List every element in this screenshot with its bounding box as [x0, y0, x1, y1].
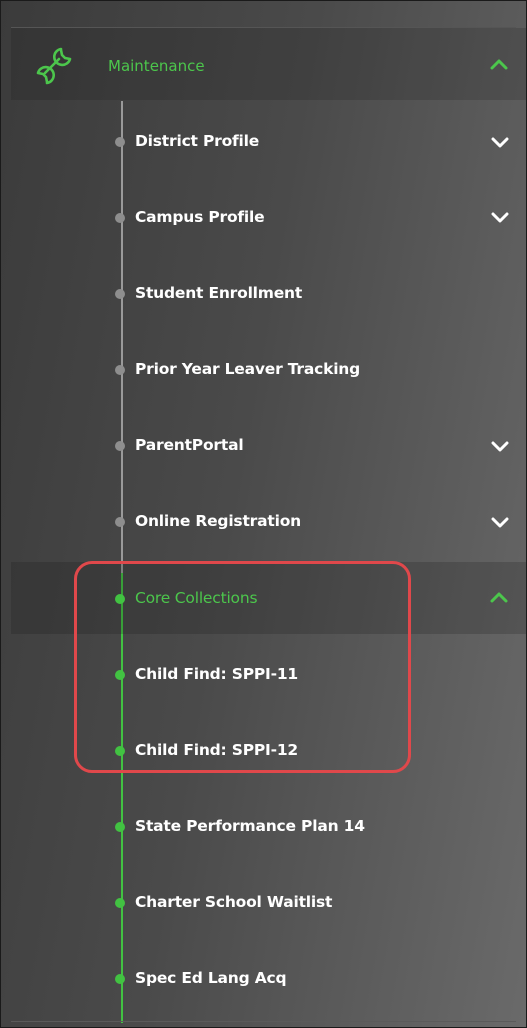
- tree-node-dot: [115, 517, 125, 527]
- chevron-down-icon[interactable]: [490, 516, 510, 530]
- menu-item-campus-profile[interactable]: Campus Profile: [135, 208, 265, 226]
- chevron-down-icon[interactable]: [490, 136, 510, 150]
- navigation-menu-panel: Maintenance District Profile Campus Prof…: [0, 0, 527, 1028]
- tree-node-dot: [115, 822, 125, 832]
- menu-item-district-profile[interactable]: District Profile: [135, 132, 259, 150]
- menu-item-charter-school-waitlist[interactable]: Charter School Waitlist: [135, 893, 332, 911]
- menu-item-spec-ed-lang-acq[interactable]: Spec Ed Lang Acq: [135, 969, 287, 987]
- maintenance-section-header[interactable]: [11, 28, 526, 100]
- wrench-icon: [36, 47, 72, 85]
- tree-node-dot: [115, 365, 125, 375]
- tree-rail-gray: [121, 101, 123, 573]
- bottom-divider: [11, 1021, 516, 1022]
- tree-node-dot: [115, 289, 125, 299]
- tree-node-dot: [115, 213, 125, 223]
- maintenance-label[interactable]: Maintenance: [108, 57, 205, 75]
- tree-node-dot: [115, 137, 125, 147]
- tree-node-dot: [115, 441, 125, 451]
- menu-item-parentportal[interactable]: ParentPortal: [135, 436, 244, 454]
- chevron-down-icon[interactable]: [490, 440, 510, 454]
- chevron-down-icon[interactable]: [490, 211, 510, 225]
- tree-node-dot: [115, 898, 125, 908]
- chevron-up-icon[interactable]: [489, 57, 509, 71]
- menu-item-prior-year-leaver-tracking[interactable]: Prior Year Leaver Tracking: [135, 360, 360, 378]
- menu-item-online-registration[interactable]: Online Registration: [135, 512, 301, 530]
- tree-node-dot: [115, 974, 125, 984]
- chevron-up-icon[interactable]: [489, 590, 509, 604]
- highlight-annotation-box: [74, 561, 411, 773]
- menu-item-student-enrollment[interactable]: Student Enrollment: [135, 284, 302, 302]
- menu-item-state-performance-plan-14[interactable]: State Performance Plan 14: [135, 817, 365, 835]
